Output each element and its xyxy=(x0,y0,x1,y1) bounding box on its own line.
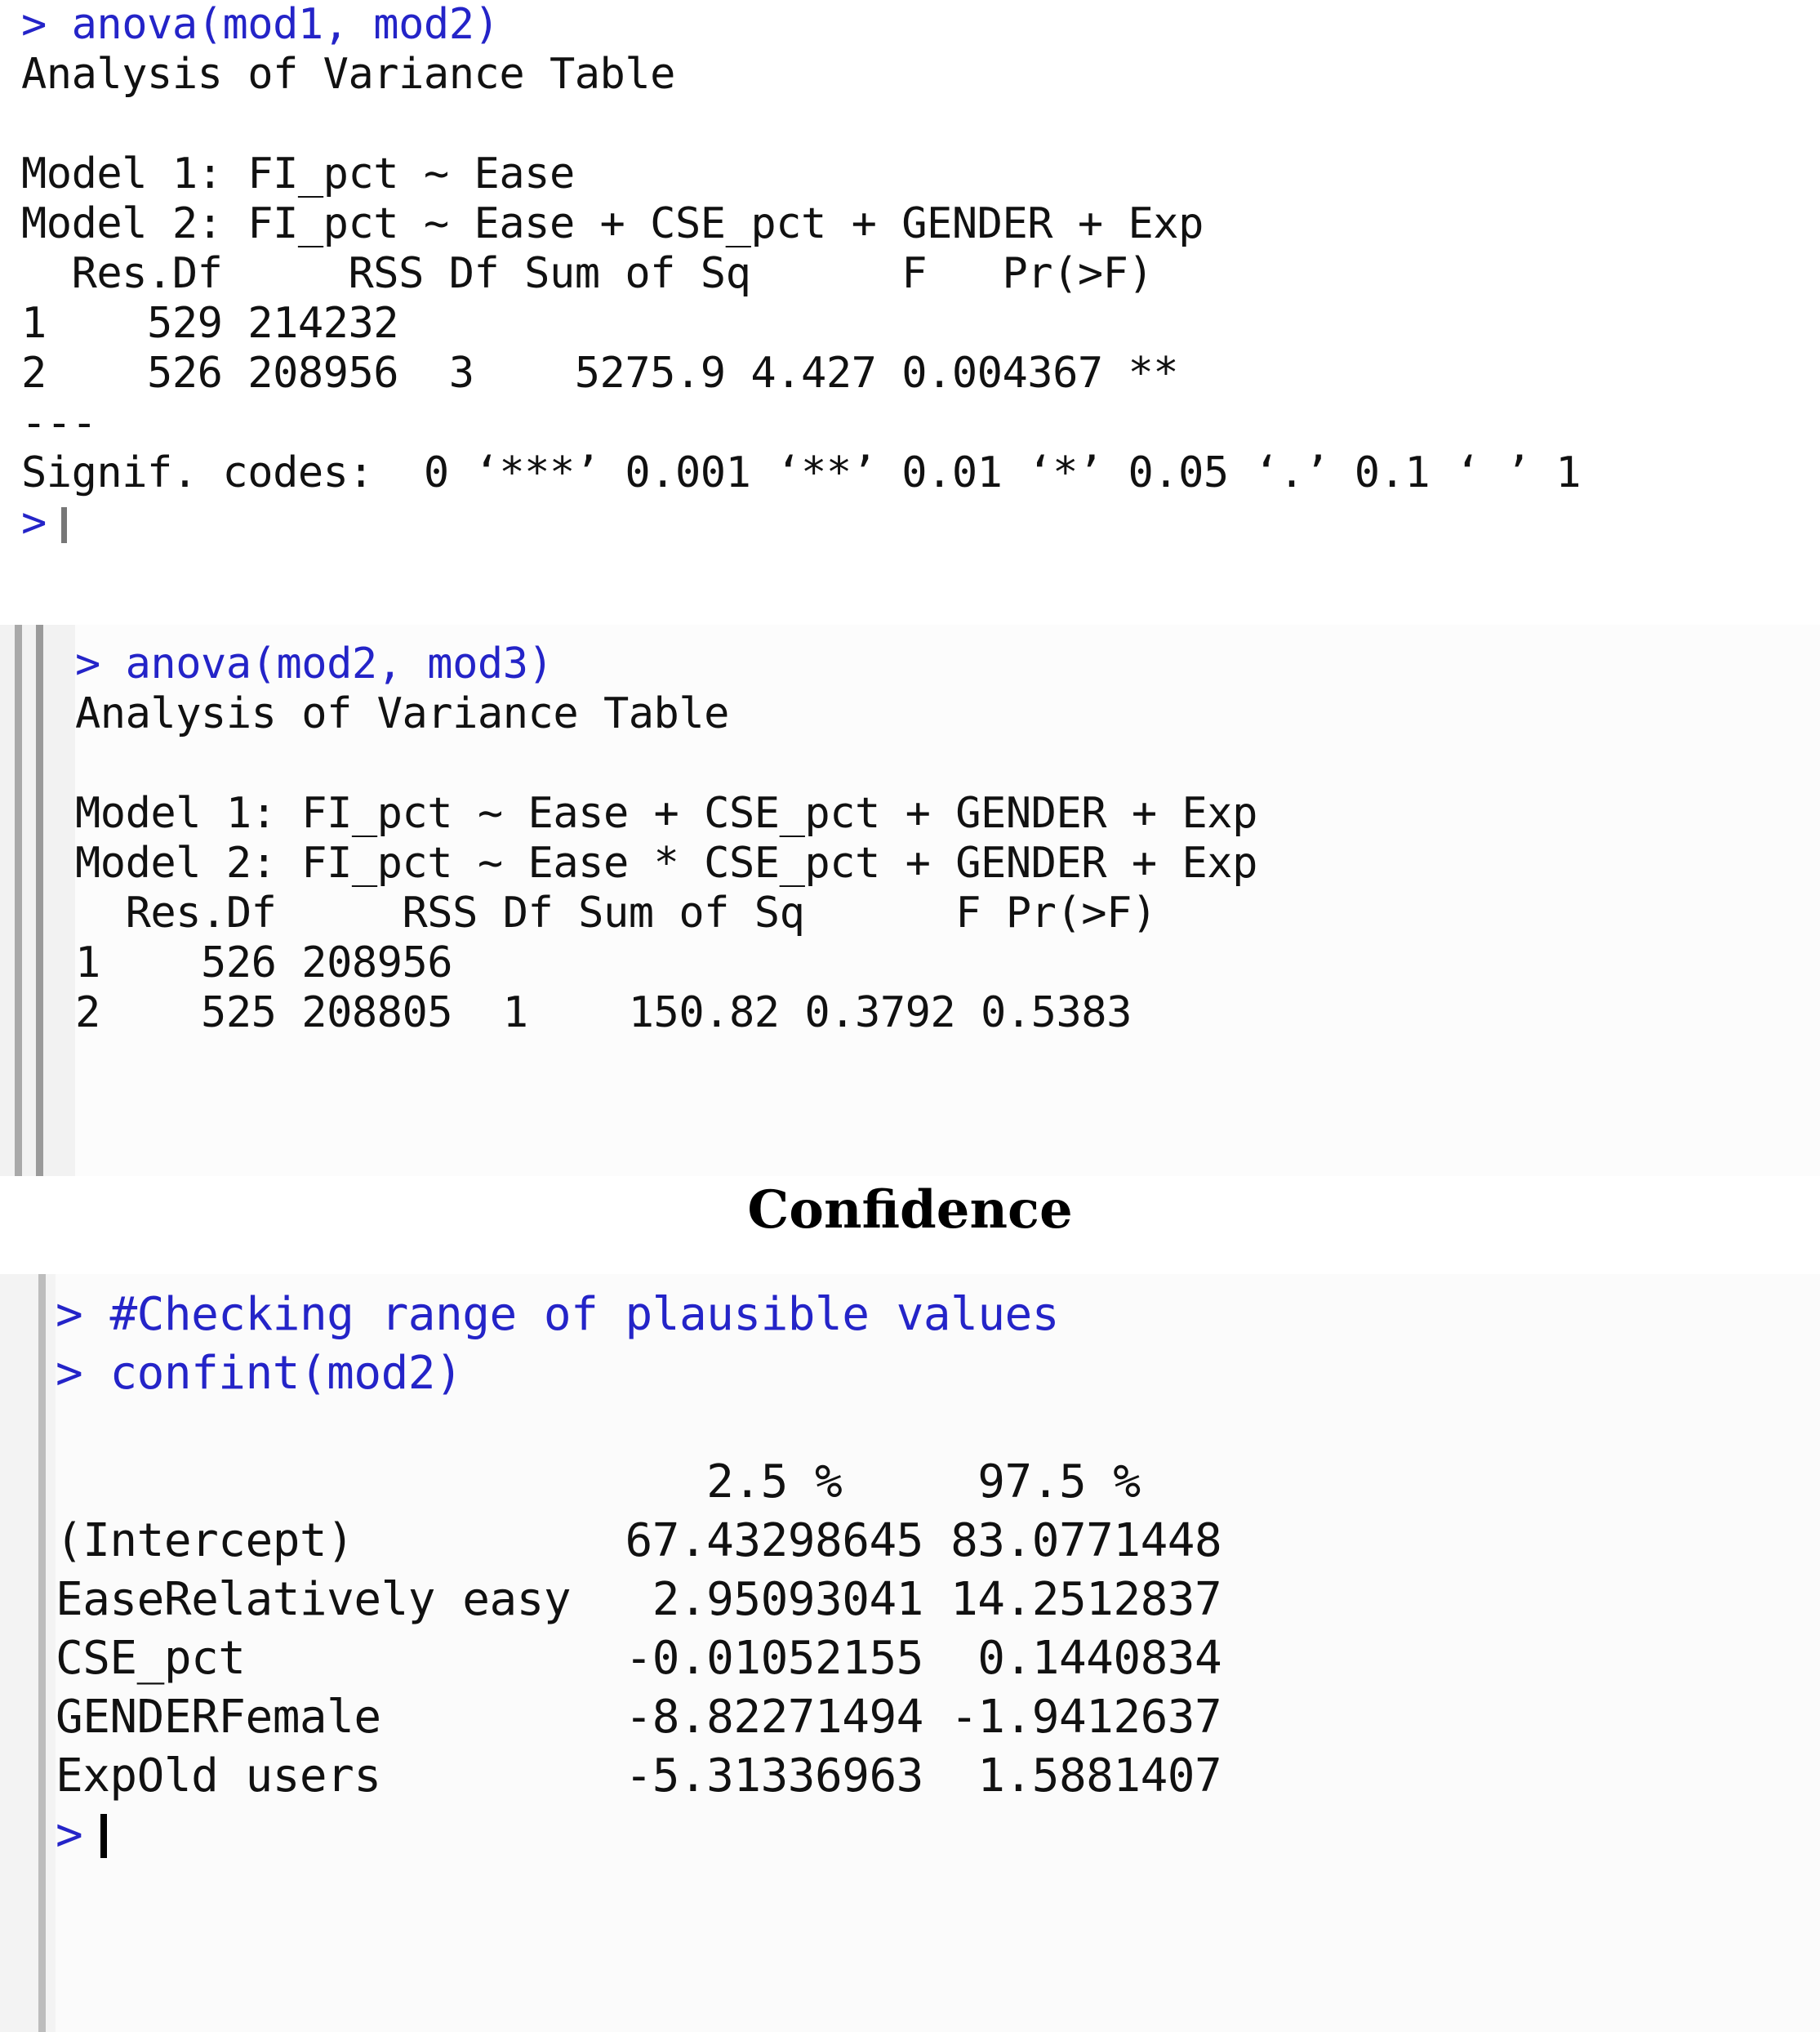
console-line-exp-old-users: ExpOld users -5.31336963 1.5881407 xyxy=(56,1749,1222,1803)
console-line-command: > anova(mod2, mod3) xyxy=(75,639,1257,689)
prompt-symbol: > xyxy=(21,0,72,49)
anova-command-text: anova(mod2, mod3) xyxy=(125,639,554,688)
comment-text: #Checking range of plausible values xyxy=(109,1288,1059,1341)
console-line-title: Analysis of Variance Table xyxy=(75,689,729,738)
console-line-intercept: (Intercept) 67.43298645 83.0771448 xyxy=(56,1514,1222,1567)
console-line-table-header: 2.5 % 97.5 % xyxy=(56,1455,1141,1508)
console-line-cse-pct: CSE_pct -0.01052155 0.1440834 xyxy=(56,1632,1222,1685)
text-cursor-icon xyxy=(100,1814,108,1858)
anova-command-text: anova(mod1, mod2) xyxy=(71,0,500,49)
console-line-separator: --- xyxy=(21,399,97,448)
console-line-table-row-1: 1 529 214232 xyxy=(21,299,399,348)
trailing-prompt-symbol: > xyxy=(21,498,47,547)
console-line-gender-female: GENDERFemale -8.82271494 -1.9412637 xyxy=(56,1691,1222,1744)
console-line-comment: > #Checking range of plausible values xyxy=(56,1286,1221,1344)
console-line-trailing-prompt: > xyxy=(0,498,1820,548)
text-cursor-icon xyxy=(60,507,67,543)
trailing-prompt-symbol: > xyxy=(56,1808,83,1861)
console-line-table-header: Res.Df RSS Df Sum of Sq F Pr(>F) xyxy=(21,249,1154,298)
anova-mod2-mod3-console-block: > anova(mod2, mod3) Analysis of Variance… xyxy=(0,625,1820,1176)
console-line-table-row-2: 2 526 208956 3 5275.9 4.427 0.004367 ** xyxy=(21,349,1179,398)
console-line-table-row-1: 1 526 208956 xyxy=(75,938,453,987)
console-line-model2: Model 2: FI_pct ~ Ease + CSE_pct + GENDE… xyxy=(21,199,1204,248)
prompt-symbol: > xyxy=(75,639,126,688)
console-line-title: Analysis of Variance Table xyxy=(21,50,675,99)
quote-gutter-bar xyxy=(0,1274,56,2032)
anova2-lines: > anova(mod2, mod3) Analysis of Variance… xyxy=(75,639,1257,1038)
confint-lines: > #Checking range of plausible values > … xyxy=(56,1286,1222,1865)
console-line-command: > confint(mod2) xyxy=(56,1344,1221,1403)
confidence-section-heading: Confidence xyxy=(747,1179,1073,1241)
confint-command-text: confint(mod2) xyxy=(109,1347,463,1400)
quote-gutter-bar xyxy=(0,625,75,1176)
anova-mod1-mod2-console-block: > anova(mod1, mod2) Analysis of Variance… xyxy=(0,0,1820,548)
prompt-symbol: > xyxy=(56,1288,110,1341)
prompt-symbol: > xyxy=(56,1347,110,1400)
console-line-model2: Model 2: FI_pct ~ Ease * CSE_pct + GENDE… xyxy=(75,839,1257,888)
console-line-model1: Model 1: FI_pct ~ Ease xyxy=(21,149,575,198)
console-line-ease-relatively-easy: EaseRelatively easy 2.95093041 14.251283… xyxy=(56,1573,1222,1626)
console-line-command: > anova(mod1, mod2) xyxy=(0,0,1820,50)
confint-console-block: > #Checking range of plausible values > … xyxy=(0,1274,1820,2032)
console-line-trailing-prompt: > xyxy=(56,1806,1221,1865)
console-line-table-row-2: 2 525 208805 1 150.82 0.3792 0.5383 xyxy=(75,988,1132,1037)
console-line-signif-codes: Signif. codes: 0 ‘***’ 0.001 ‘**’ 0.01 ‘… xyxy=(21,448,1582,497)
console-line-model1: Model 1: FI_pct ~ Ease + CSE_pct + GENDE… xyxy=(75,789,1257,838)
console-line-table-header: Res.Df RSS Df Sum of Sq F Pr(>F) xyxy=(75,889,1158,938)
